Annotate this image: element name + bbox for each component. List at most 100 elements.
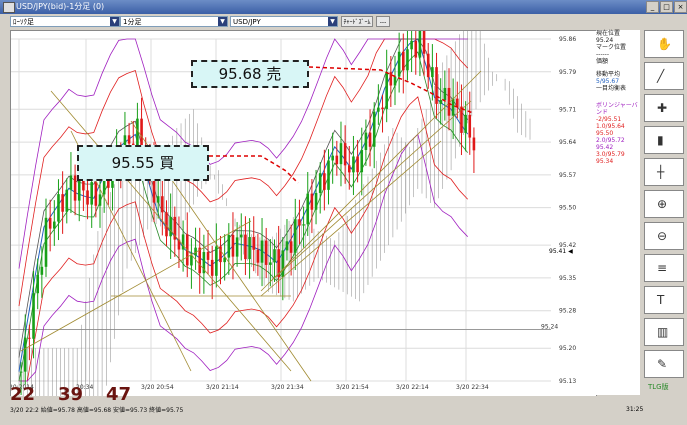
zoom-out-button[interactable]: ⊖: [644, 222, 684, 250]
time-tick-label: 3/20 20:54: [141, 384, 174, 391]
candle-body: [293, 219, 297, 253]
symbol-select[interactable]: USD/JPY ▼: [230, 16, 338, 27]
crosshair-icon: ✚: [657, 101, 668, 115]
candle-body: [360, 149, 364, 173]
candle-body: [264, 240, 268, 265]
candle-body: [73, 175, 77, 201]
candle-body: [393, 76, 397, 86]
candle-body: [298, 219, 301, 226]
candle-body: [289, 241, 293, 253]
candle-body: [418, 28, 422, 58]
price-tick-label: 95.35: [559, 275, 576, 282]
candle-tool-button[interactable]: ▮: [644, 126, 684, 154]
side-label-mark-position: マーク位置: [596, 44, 627, 51]
text-icon: T: [657, 293, 665, 307]
chevron-down-icon[interactable]: ▼: [328, 17, 337, 26]
symbol-value: USD/JPY: [233, 18, 261, 26]
side-value-bollinger-2: 1.0/95.64 95.50: [596, 123, 625, 137]
window-icon: [3, 2, 15, 13]
fib-tool-button[interactable]: ≡: [644, 254, 684, 282]
hline-tool-button[interactable]: ┼: [644, 158, 684, 186]
hand-icon: ✋: [657, 37, 672, 51]
candle-body: [327, 160, 330, 190]
zoom-in-button[interactable]: ⊕: [644, 190, 684, 218]
candle-body: [231, 234, 235, 257]
countdown-1: 22: [10, 384, 36, 405]
close-button[interactable]: ×: [674, 1, 687, 13]
pencil-tool-button[interactable]: ✎: [644, 350, 684, 378]
candle-body: [44, 217, 48, 267]
buy-callout: 95.55 買: [77, 145, 209, 181]
price-tick-label: 95.50: [559, 205, 576, 212]
hand-tool-button[interactable]: ✋: [644, 30, 684, 58]
side-value-current-position: 95.24: [596, 37, 614, 44]
chevron-down-icon[interactable]: ▼: [110, 17, 119, 26]
trend-line: [260, 70, 482, 292]
candle-body: [464, 114, 467, 133]
price-tick-label: 95.71: [559, 106, 576, 113]
candle-body: [273, 249, 276, 263]
candle-body: [269, 262, 272, 265]
candle-body: [472, 137, 476, 151]
candle-body: [248, 237, 251, 260]
candle-body: [381, 107, 384, 110]
candle-body: [339, 143, 343, 165]
candle-body: [323, 173, 326, 190]
candle-body: [468, 114, 472, 138]
cross-tool-button[interactable]: ✚: [644, 94, 684, 122]
candle-body: [397, 51, 401, 77]
candle-body: [410, 40, 413, 50]
side-label-moving-average: 移動平均: [596, 71, 621, 78]
indicator-panel: 現在位置 95.24 マーク位置 ------ 価額 移動平均 5/95.67 …: [596, 30, 640, 395]
time-tick-label: 3/20 21:14: [206, 384, 239, 391]
price-chart[interactable]: 95.86 95.79 95.71 95.64 95.57 95.50 95.42 95.35…: [9, 4, 597, 410]
timeframe-select[interactable]: 1分足 ▼: [120, 16, 228, 27]
candle-body: [210, 259, 214, 276]
side-value-mark-position: ------: [596, 51, 609, 58]
candle-body: [343, 143, 347, 166]
minimize-button[interactable]: _: [646, 1, 659, 13]
trend-line: [260, 140, 442, 297]
time-tick-label: 3/20 21:34: [271, 384, 304, 391]
candle-body: [32, 293, 35, 339]
candle-body: [244, 234, 247, 260]
candle-body: [435, 67, 438, 104]
maximize-button[interactable]: □: [660, 1, 673, 13]
zoom-in-icon: ⊕: [657, 197, 668, 211]
clock-value: 31:25: [626, 406, 644, 413]
price-tick-label: 95.57: [559, 172, 576, 179]
text-tool-button[interactable]: T: [644, 286, 684, 314]
chevron-down-icon[interactable]: ▼: [218, 17, 227, 26]
countdown-3: 47: [106, 384, 132, 405]
candle-body: [406, 49, 409, 71]
zoom-out-icon: ⊖: [657, 229, 668, 243]
toolbar-button[interactable]: ---: [376, 16, 390, 27]
candle-body: [414, 40, 418, 58]
candle-body: [347, 165, 351, 173]
time-tick-label: 3/20 22:34: [456, 384, 489, 391]
candle-body: [98, 194, 102, 206]
candle-body: [90, 182, 94, 205]
candle-body: [310, 193, 314, 210]
chart-style-button[interactable]: ▥: [644, 318, 684, 346]
chart-toolbar: ﾛｰｿｸ足 ▼ 1分足 ▼ USD/JPY ▼ ﾁｬｰﾄﾞｽﾞｰﾑ ---: [0, 14, 600, 29]
side-value-bollinger-4: 3.0/95.79 95.34: [596, 151, 625, 165]
candle-body: [156, 196, 160, 203]
candle-body: [372, 111, 376, 147]
zoom-button[interactable]: ﾁｬｰﾄﾞｽﾞｰﾑ: [341, 16, 373, 27]
candle-body: [377, 107, 380, 112]
candle-body: [181, 234, 185, 250]
price-tick-label: 95.86: [559, 36, 576, 43]
candle-body: [86, 190, 89, 205]
chart-type-select[interactable]: ﾛｰｿｸ足 ▼: [10, 16, 120, 27]
candle-body: [53, 221, 56, 229]
line-tool-button[interactable]: ╱: [644, 62, 684, 90]
hline-icon: ┼: [657, 165, 665, 179]
candle-body: [215, 246, 218, 276]
candle-body: [285, 241, 289, 251]
candle-body: [314, 192, 318, 210]
time-tick-label: 3/20 21:54: [336, 384, 369, 391]
candle-body: [40, 266, 44, 275]
candle-body: [190, 255, 193, 266]
candle-body: [335, 155, 339, 165]
